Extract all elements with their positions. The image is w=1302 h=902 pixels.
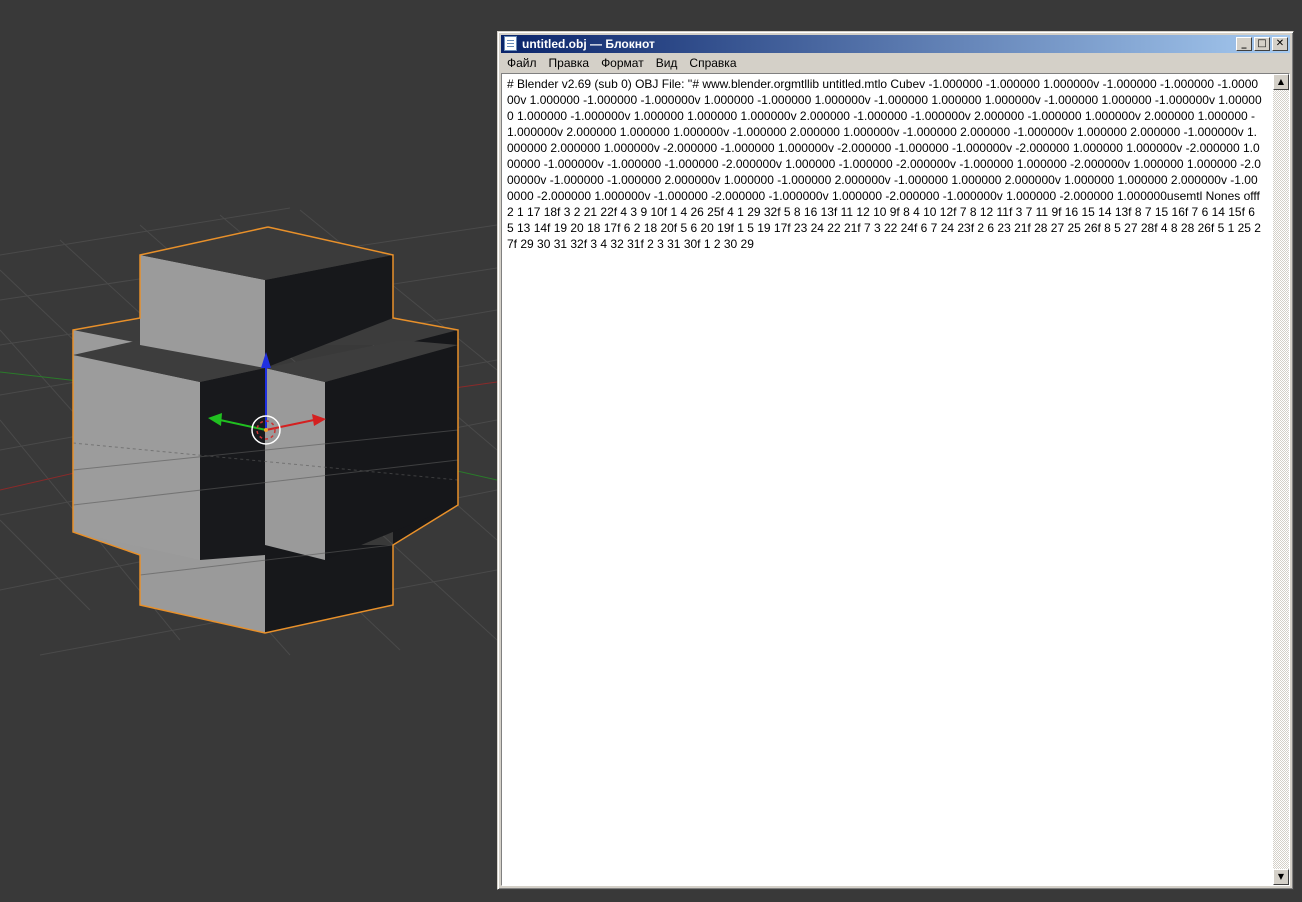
menu-format[interactable]: Формат — [595, 54, 650, 72]
menu-help[interactable]: Справка — [683, 54, 742, 72]
notepad-window[interactable]: untitled.obj — Блокнот _ □ ✕ Файл Правка Ф… — [497, 31, 1294, 890]
menu-file[interactable]: Файл — [501, 54, 543, 72]
mesh-face-front-right[interactable] — [325, 345, 458, 560]
viewport-scene[interactable] — [0, 0, 497, 902]
minimize-button[interactable]: _ — [1236, 37, 1252, 51]
notepad-icon — [504, 36, 517, 51]
scroll-down-button[interactable]: ▼ — [1273, 869, 1289, 885]
vertical-scrollbar[interactable]: ▲ ▼ — [1273, 74, 1289, 885]
menu-bar: Файл Правка Формат Вид Справка — [501, 54, 1290, 72]
menu-view[interactable]: Вид — [650, 54, 684, 72]
title-bar[interactable]: untitled.obj — Блокнот _ □ ✕ — [501, 35, 1290, 53]
mesh-face-front-left[interactable] — [73, 355, 200, 560]
editor-content[interactable]: # Blender v2.69 (sub 0) OBJ File: ''# ww… — [507, 76, 1263, 252]
close-button[interactable]: ✕ — [1272, 37, 1288, 51]
scroll-up-button[interactable]: ▲ — [1273, 74, 1289, 90]
window-title: untitled.obj — Блокнот — [522, 37, 655, 51]
maximize-button[interactable]: □ — [1254, 37, 1270, 51]
menu-edit[interactable]: Правка — [543, 54, 596, 72]
origin-dot — [264, 428, 268, 432]
text-editor[interactable]: # Blender v2.69 (sub 0) OBJ File: ''# ww… — [501, 73, 1290, 886]
mesh-face-front-inner[interactable] — [200, 368, 265, 560]
